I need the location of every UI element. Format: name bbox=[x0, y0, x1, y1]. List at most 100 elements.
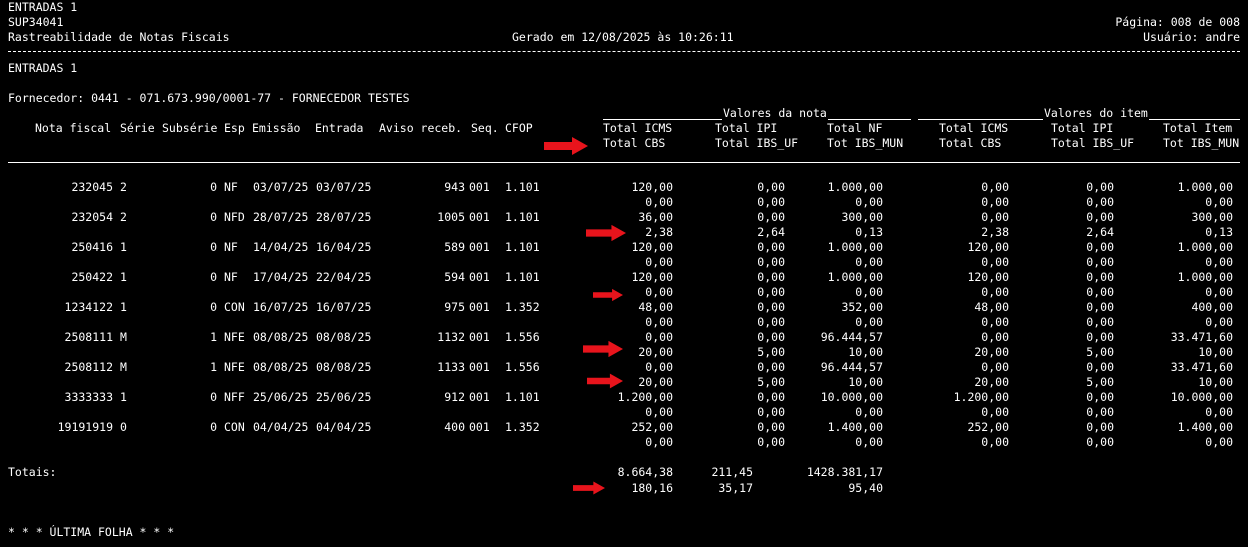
subserie-value: 0 bbox=[210, 210, 217, 224]
value-line2: 0,00 bbox=[757, 195, 785, 209]
report-name: ENTRADAS 1 bbox=[8, 0, 78, 14]
serie-value: 1 bbox=[120, 390, 127, 404]
col-nota-total-nf: Total NF bbox=[827, 121, 883, 135]
cfop-value: 1.101 bbox=[505, 390, 540, 404]
value-line2: 0,00 bbox=[1086, 435, 1114, 449]
value-line2: 0,00 bbox=[1086, 405, 1114, 419]
total-ibs-uf: 35,17 bbox=[718, 481, 753, 495]
value-line1: 352,00 bbox=[841, 300, 883, 314]
value-line2: 0,00 bbox=[1205, 255, 1233, 269]
red-arrow-icon bbox=[583, 340, 623, 358]
cfop-value: 1.101 bbox=[505, 180, 540, 194]
serie-value: 2 bbox=[120, 180, 127, 194]
value-line2: 0,00 bbox=[981, 315, 1009, 329]
value-line1: 0,00 bbox=[757, 420, 785, 434]
subserie-value: 0 bbox=[210, 390, 217, 404]
aviso-value: 1132 bbox=[437, 330, 465, 344]
emissao-date: 17/04/25 bbox=[253, 270, 309, 284]
red-arrow-icon bbox=[573, 481, 605, 495]
value-line2: 0,00 bbox=[981, 195, 1009, 209]
value-line1: 0,00 bbox=[1086, 300, 1114, 314]
value-line2: 0,00 bbox=[645, 315, 673, 329]
value-line2: 5,00 bbox=[757, 345, 785, 359]
value-line2: 5,00 bbox=[1086, 345, 1114, 359]
program-code: SUP34041 bbox=[8, 15, 64, 29]
subserie-value: 0 bbox=[210, 240, 217, 254]
entrada-date: 08/08/25 bbox=[316, 330, 372, 344]
value-line2: 0,00 bbox=[855, 285, 883, 299]
value-line1: 1.000,00 bbox=[1177, 180, 1233, 194]
nota-fiscal-number: 250422 bbox=[71, 270, 113, 284]
seq-value: 001 bbox=[469, 360, 490, 374]
value-line1: 0,00 bbox=[1086, 420, 1114, 434]
value-line1: 300,00 bbox=[841, 210, 883, 224]
value-line1: 96.444,57 bbox=[820, 360, 883, 374]
nota-fiscal-number: 1234122 bbox=[64, 300, 113, 314]
value-line1: 1.200,00 bbox=[617, 390, 673, 404]
value-line1: 0,00 bbox=[1086, 210, 1114, 224]
subserie-value: 1 bbox=[210, 330, 217, 344]
value-line1: 0,00 bbox=[981, 360, 1009, 374]
value-line1: 0,00 bbox=[757, 330, 785, 344]
esp-value: CON bbox=[224, 420, 245, 434]
col-nota-total-cbs: Total CBS bbox=[603, 136, 666, 150]
esp-value: CON bbox=[224, 300, 245, 314]
value-line1: 120,00 bbox=[631, 180, 673, 194]
red-arrow-icon bbox=[586, 224, 626, 242]
value-line1: 1.000,00 bbox=[1177, 270, 1233, 284]
value-line1: 0,00 bbox=[757, 300, 785, 314]
aviso-value: 975 bbox=[444, 300, 465, 314]
value-line2: 0,00 bbox=[757, 315, 785, 329]
header-divider bbox=[8, 51, 1240, 52]
value-line2: 0,00 bbox=[757, 435, 785, 449]
seq-value: 001 bbox=[469, 270, 490, 284]
value-line1: 10.000,00 bbox=[1170, 390, 1233, 404]
value-line1: 120,00 bbox=[631, 270, 673, 284]
seq-value: 001 bbox=[469, 330, 490, 344]
esp-value: NFD bbox=[224, 210, 245, 224]
value-line2: 0,00 bbox=[981, 435, 1009, 449]
value-line2: 2,38 bbox=[981, 225, 1009, 239]
value-line2: 0,00 bbox=[757, 255, 785, 269]
esp-value: NFE bbox=[224, 330, 245, 344]
seq-value: 001 bbox=[469, 420, 490, 434]
value-line2: 0,00 bbox=[1205, 285, 1233, 299]
value-line2: 0,00 bbox=[981, 255, 1009, 269]
value-line1: 0,00 bbox=[981, 330, 1009, 344]
col-nota-fiscal: Nota fiscal bbox=[35, 121, 112, 135]
value-line2: 0,00 bbox=[645, 195, 673, 209]
col-item-total-ibs-uf: Total IBS_UF bbox=[1051, 136, 1135, 150]
table-header-divider bbox=[8, 162, 1240, 163]
aviso-value: 943 bbox=[444, 180, 465, 194]
cfop-value: 1.352 bbox=[505, 420, 540, 434]
value-line2: 0,00 bbox=[855, 435, 883, 449]
serie-value: M bbox=[120, 330, 127, 344]
value-line2: 10,00 bbox=[1198, 375, 1233, 389]
value-line2: 0,00 bbox=[1086, 195, 1114, 209]
value-line2: 0,00 bbox=[855, 405, 883, 419]
value-line2: 0,13 bbox=[1205, 225, 1233, 239]
nota-fiscal-number: 232054 bbox=[71, 210, 113, 224]
value-line2: 0,00 bbox=[855, 255, 883, 269]
cfop-value: 1.556 bbox=[505, 360, 540, 374]
value-line2: 5,00 bbox=[757, 375, 785, 389]
section-title: ENTRADAS 1 bbox=[8, 61, 78, 75]
emissao-date: 08/08/25 bbox=[253, 360, 309, 374]
seq-value: 001 bbox=[469, 300, 490, 314]
cfop-value: 1.101 bbox=[505, 210, 540, 224]
nota-fiscal-number: 2508111 bbox=[64, 330, 113, 344]
col-nota-total-ipi: Total IPI bbox=[715, 121, 778, 135]
subserie-value: 0 bbox=[210, 180, 217, 194]
value-line1: 1.000,00 bbox=[827, 180, 883, 194]
value-line1: 0,00 bbox=[981, 210, 1009, 224]
value-line1: 0,00 bbox=[757, 360, 785, 374]
value-line2: 2,64 bbox=[1086, 225, 1114, 239]
value-line1: 0,00 bbox=[1086, 330, 1114, 344]
value-line2: 0,00 bbox=[1086, 285, 1114, 299]
entrada-date: 04/04/25 bbox=[316, 420, 372, 434]
cfop-value: 1.101 bbox=[505, 240, 540, 254]
value-line1: 33.471,60 bbox=[1170, 330, 1233, 344]
value-line2: 0,00 bbox=[645, 255, 673, 269]
value-line1: 36,00 bbox=[638, 210, 673, 224]
value-line1: 1.400,00 bbox=[1177, 420, 1233, 434]
